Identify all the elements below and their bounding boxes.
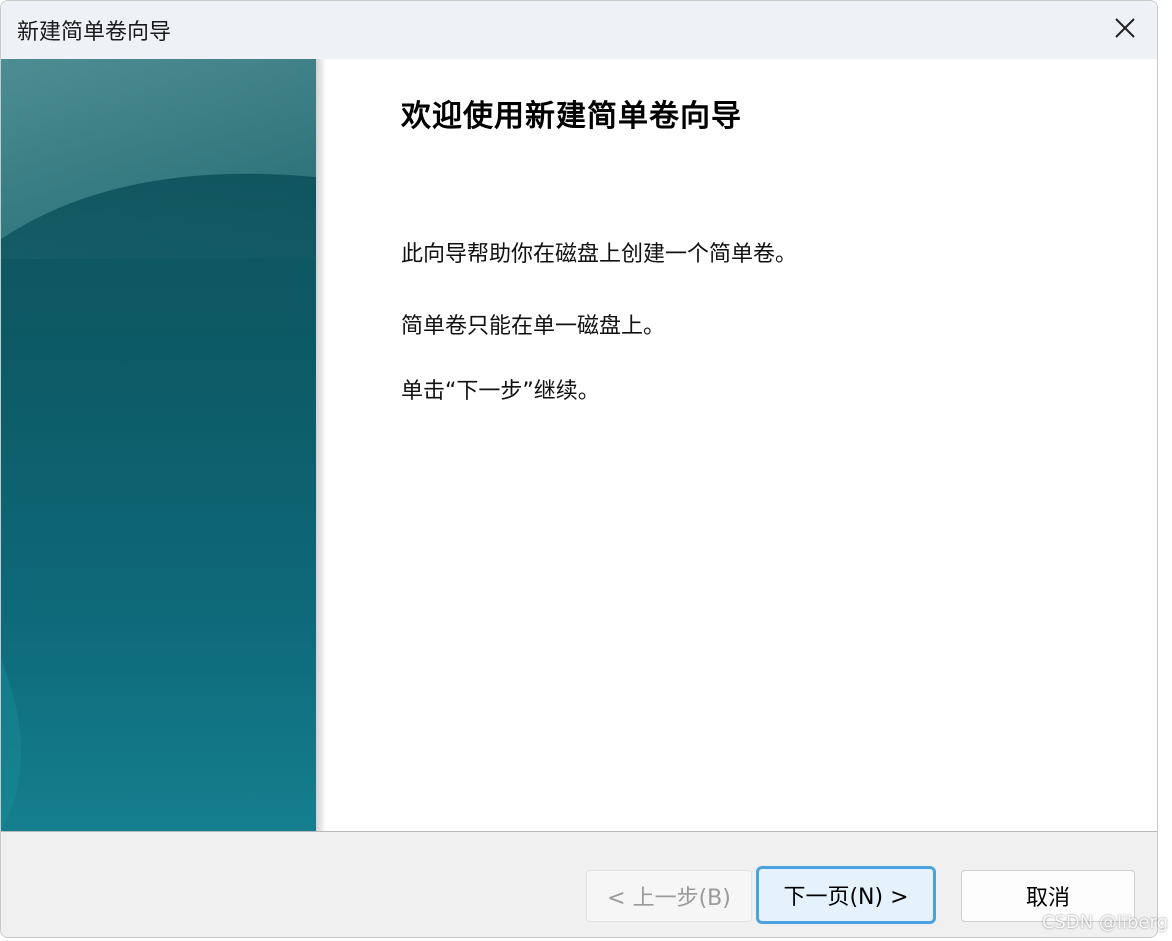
sidebar-decoration	[1, 59, 316, 831]
description-line-1: 此向导帮助你在磁盘上创建一个简单卷。	[401, 242, 798, 267]
sidebar-shadow	[316, 59, 326, 831]
back-button[interactable]: < 上一步(B)	[586, 870, 752, 922]
watermark: CSDN @liberg	[1041, 912, 1168, 933]
description-line-3: 单击“下一步”继续。	[401, 379, 600, 404]
page-title: 欢迎使用新建简单卷向导	[401, 99, 742, 134]
title-bar: 新建简单卷向导	[1, 1, 1157, 59]
wizard-window: 新建简单卷向导 欢迎使用新建简单卷向导 此向导帮助你在磁盘上创建一个简单卷。 简…	[0, 0, 1158, 938]
welcome-content: 欢迎使用新建简单卷向导 此向导帮助你在磁盘上创建一个简单卷。 简单卷只能在单一磁…	[401, 91, 1121, 404]
close-button[interactable]	[1093, 1, 1157, 59]
wizard-sidebar-graphic	[1, 59, 316, 831]
description-line-2: 简单卷只能在单一磁盘上。	[401, 314, 666, 339]
button-bar: < 上一步(B) 下一页(N) > 取消	[1, 831, 1157, 937]
window-title: 新建简单卷向导	[17, 20, 172, 45]
close-icon	[1114, 17, 1136, 43]
next-button[interactable]: 下一页(N) >	[756, 866, 936, 924]
